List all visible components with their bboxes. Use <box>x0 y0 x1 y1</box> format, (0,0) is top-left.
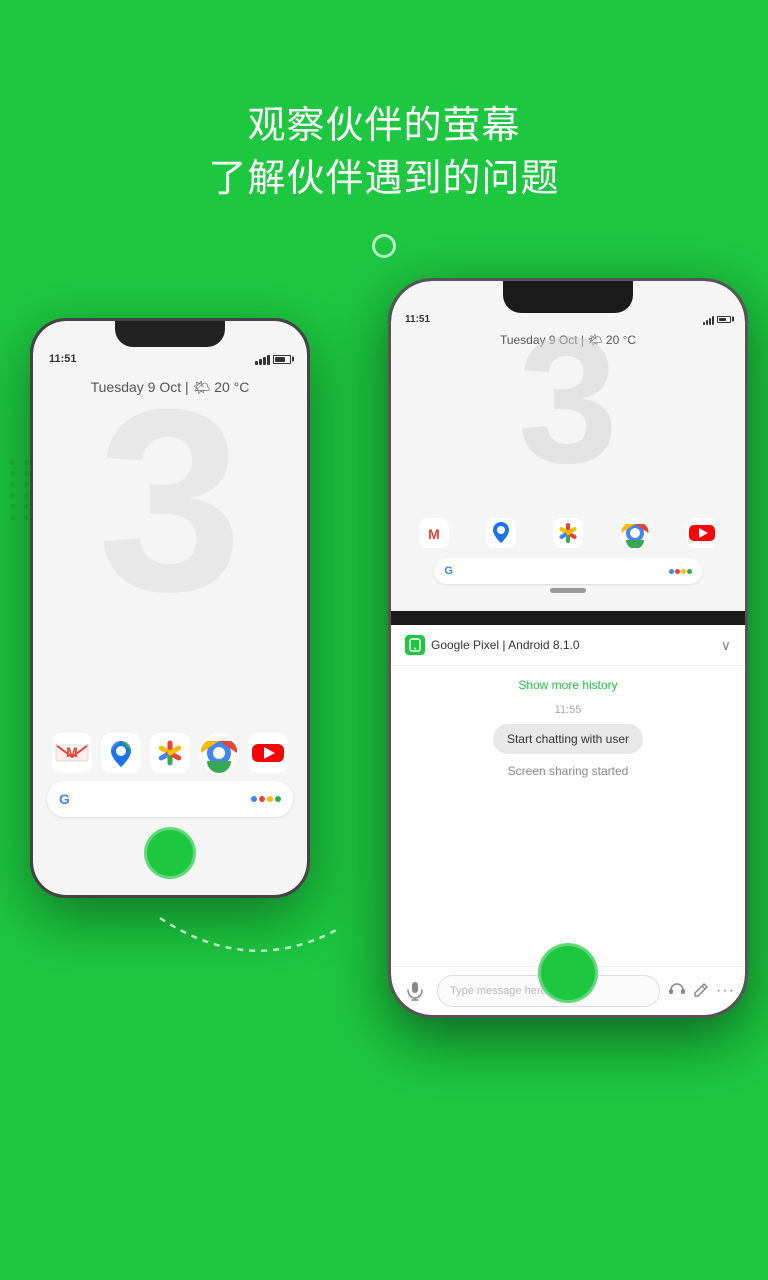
dotted-curve <box>150 898 350 998</box>
inner-watermark: 3 <box>518 311 618 491</box>
svg-text:M: M <box>429 526 441 542</box>
inner-youtube-icon <box>687 518 717 548</box>
page-container: 观察伙伴的萤幕 了解伙伴遇到的问题 11:51 <box>0 0 768 1280</box>
header-text: 观察伙伴的萤幕 了解伙伴遇到的问题 <box>208 100 559 206</box>
inner-phone-screen: 11:51 T <box>391 281 745 611</box>
phone-left: 11:51 Tuesday 9 Oct | 🌤 <box>30 318 310 898</box>
right-phone-screen: 11:51 T <box>391 281 745 1015</box>
device-icon <box>405 635 425 655</box>
right-notch <box>503 281 633 313</box>
chat-header: Google Pixel | Android 8.1.0 ∨ <box>391 625 745 666</box>
chat-bubble-start: Start chatting with user <box>493 724 643 754</box>
google-search-bar[interactable]: G <box>47 781 293 817</box>
inner-battery-icon <box>717 316 731 323</box>
right-power-button <box>746 441 748 491</box>
inner-time: 11:51 <box>405 314 430 325</box>
inner-chrome-icon <box>620 518 650 548</box>
inner-status-icons <box>703 313 731 325</box>
svg-text:M: M <box>66 744 78 760</box>
chat-messages: Show more history 11:55 Start chatting w… <box>391 666 745 966</box>
signal-icon <box>255 353 270 365</box>
inner-signal-icon <box>703 313 714 325</box>
volume-up-button <box>30 431 32 461</box>
left-status-icons <box>255 353 291 365</box>
battery-icon <box>273 355 291 364</box>
headset-button[interactable] <box>668 981 686 1002</box>
circle-indicator <box>372 234 396 258</box>
annotate-button[interactable] <box>692 981 710 1002</box>
phones-container: 11:51 Tuesday 9 Oct | 🌤 <box>0 278 768 1028</box>
right-home-button[interactable] <box>538 943 598 1003</box>
chrome-icon[interactable] <box>199 733 239 773</box>
left-home-button[interactable] <box>144 827 196 879</box>
message-input-placeholder: Type message here <box>450 985 547 997</box>
inner-app-row: M <box>391 518 745 593</box>
volume-down-button <box>30 476 32 526</box>
left-time: 11:51 <box>49 353 77 365</box>
power-button <box>308 451 310 501</box>
screen-sharing-text: Screen sharing started <box>502 758 635 784</box>
right-vol-down-button <box>388 466 390 516</box>
maps-icon[interactable] <box>101 733 141 773</box>
chat-timestamp: 11:55 <box>551 700 586 720</box>
left-notch <box>115 321 225 347</box>
photos-icon[interactable] <box>150 733 190 773</box>
more-options-button[interactable]: ··· <box>716 982 735 1000</box>
chat-header-left: Google Pixel | Android 8.1.0 <box>405 635 580 655</box>
device-label: Google Pixel | Android 8.1.0 <box>431 638 580 652</box>
inner-app-icons-row1: M <box>401 518 735 548</box>
inner-photos-icon <box>553 518 583 548</box>
left-app-dock: M <box>33 733 307 825</box>
header-line2: 了解伙伴遇到的问题 <box>208 153 559 206</box>
mic-button[interactable] <box>401 977 429 1005</box>
inner-maps-icon <box>486 518 516 548</box>
youtube-icon[interactable] <box>248 733 288 773</box>
left-phone-screen: 11:51 Tuesday 9 Oct | 🌤 <box>33 321 307 895</box>
phone-right: 11:51 T <box>388 278 748 1018</box>
gmail-icon[interactable]: M <box>52 733 92 773</box>
chat-action-buttons: ··· <box>668 981 735 1002</box>
inner-google-bar: G <box>401 554 735 584</box>
show-history-link[interactable]: Show more history <box>510 670 625 700</box>
left-watermark: 3 <box>98 371 243 631</box>
right-vol-up-button <box>388 421 390 451</box>
inner-gmail-icon: M <box>419 518 449 548</box>
chevron-down-icon[interactable]: ∨ <box>721 637 731 654</box>
header-line1: 观察伙伴的萤幕 <box>208 100 559 153</box>
left-app-row2: G <box>47 781 293 817</box>
inner-home-button <box>550 588 586 593</box>
left-app-row1: M <box>47 733 293 773</box>
